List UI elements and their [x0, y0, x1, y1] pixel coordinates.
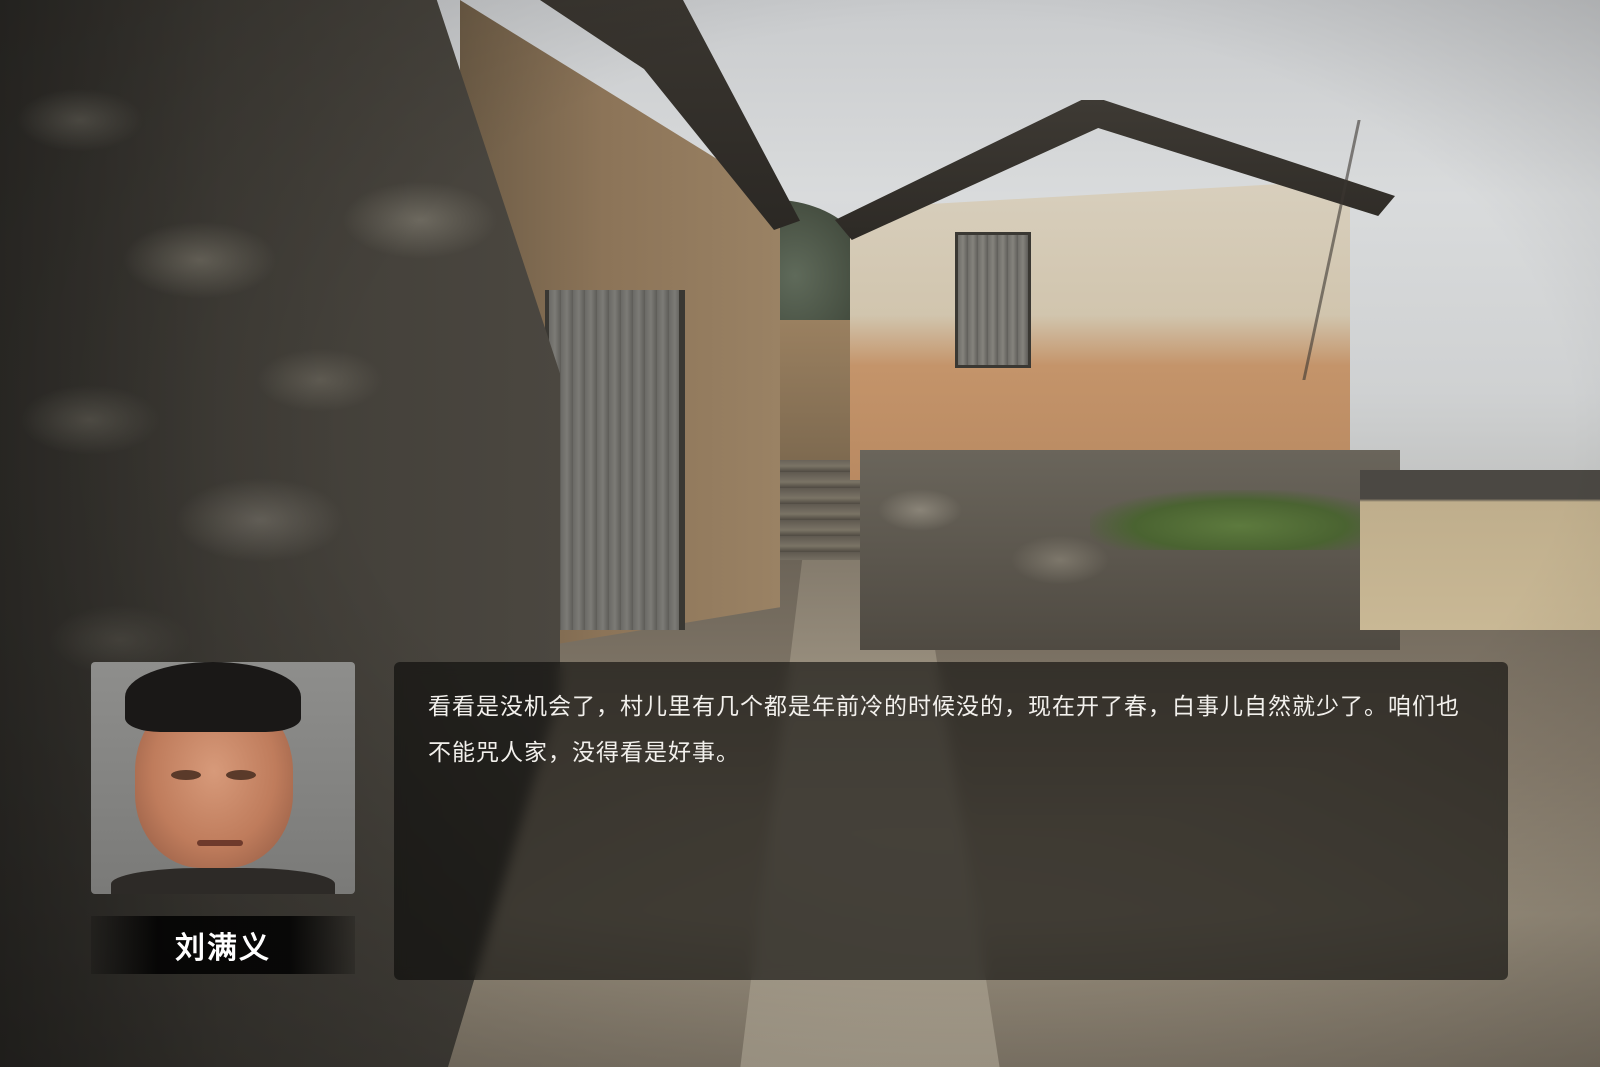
dialogue-box[interactable]: 看看是没机会了，村儿里有几个都是年前冷的时候没的，现在开了春，白事儿自然就少了。… [394, 662, 1508, 980]
portrait-right-eye [226, 770, 256, 780]
speaker-name-plate: 刘满义 [91, 916, 355, 974]
background-stone-base [860, 450, 1400, 650]
portrait-hair [125, 662, 301, 732]
speaker-portrait [91, 662, 355, 894]
background-wooden-door [545, 290, 685, 630]
portrait-shirt [111, 868, 335, 894]
background-wooden-shutter [955, 232, 1031, 368]
portrait-mouth [197, 840, 243, 846]
speaker-name: 刘满义 [175, 931, 271, 966]
background-right-house [850, 180, 1350, 480]
game-scene[interactable]: 刘满义 看看是没机会了，村儿里有几个都是年前冷的时候没的，现在开了春，白事儿自然… [0, 0, 1600, 1067]
background-grass [1090, 490, 1390, 550]
dialogue-text: 看看是没机会了，村儿里有几个都是年前冷的时候没的，现在开了春，白事儿自然就少了。… [428, 694, 1460, 766]
portrait-left-eye [171, 770, 201, 780]
background-far-building [1360, 470, 1600, 630]
